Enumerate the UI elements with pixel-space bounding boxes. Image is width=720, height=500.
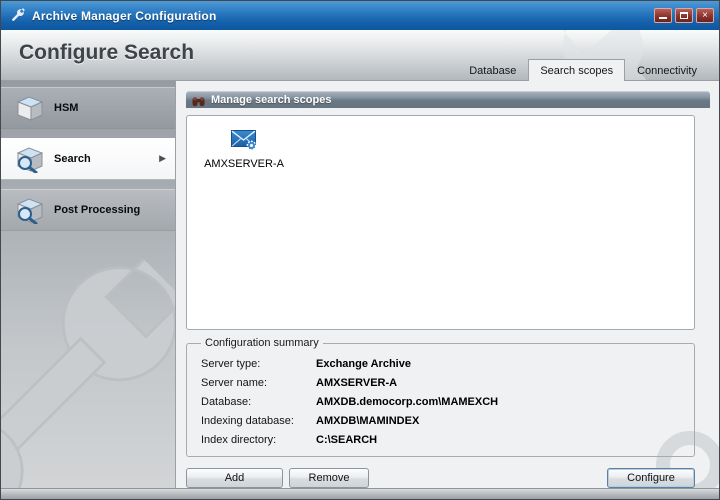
minimize-button[interactable] [654,8,672,23]
manage-search-scopes-header: Manage search scopes [186,91,710,108]
manage-search-scopes-title: Manage search scopes [211,94,331,106]
summary-value: Exchange Archive [316,358,411,370]
summary-label: Server type: [201,358,316,370]
exchange-mailbox-icon [231,129,257,151]
sidebar: HSM Search ▶ [1,81,176,488]
tab-connectivity[interactable]: Connectivity [625,60,709,81]
summary-row-indexing-database: Indexing database: AMXDB\MAMINDEX [201,411,694,430]
content-panel: Manage search scopes [176,81,719,488]
close-icon: × [702,10,708,21]
summary-label: Indexing database: [201,415,316,427]
sidebar-item-label: HSM [54,102,78,114]
tab-database[interactable]: Database [457,60,528,81]
configuration-summary-group: Configuration summary Server type: Excha… [186,337,695,457]
add-button[interactable]: Add [186,468,283,488]
window-controls: × [654,8,714,23]
tab-search-scopes[interactable]: Search scopes [528,59,625,81]
summary-row-server-type: Server type: Exchange Archive [201,354,694,373]
binoculars-icon [192,94,205,105]
configuration-summary-legend: Configuration summary [201,337,323,349]
window-title: Archive Manager Configuration [32,9,217,23]
selected-arrow-icon: ▶ [159,154,166,164]
maximize-icon [680,12,688,19]
archive-manager-window: Archive Manager Configuration × Configur… [0,0,720,500]
summary-value: AMXSERVER-A [316,377,397,389]
page-title: Configure Search [19,41,194,65]
sidebar-item-hsm[interactable]: HSM [1,87,175,129]
wrench-watermark-icon [1,230,176,488]
scope-item-amxserver-a[interactable]: AMXSERVER-A [201,126,287,173]
server-search-icon [14,196,46,224]
configure-button[interactable]: Configure [607,468,695,488]
summary-row-index-directory: Index directory: C:\SEARCH [201,430,694,449]
minimize-icon [659,17,667,19]
scope-item-label: AMXSERVER-A [204,158,284,170]
server-search-icon [14,145,46,173]
summary-value: AMXDB\MAMINDEX [316,415,419,427]
summary-label: Index directory: [201,434,316,446]
tab-bar: Database Search scopes Connectivity [457,59,709,81]
status-strip [1,488,719,499]
summary-label: Database: [201,396,316,408]
remove-button[interactable]: Remove [289,468,369,488]
search-scope-list[interactable]: AMXSERVER-A [186,115,695,330]
sidebar-item-label: Search [54,153,91,165]
header-banner: Configure Search Database Search scopes … [1,30,719,81]
summary-value: AMXDB.democorp.com\MAMEXCH [316,396,498,408]
sidebar-item-post-processing[interactable]: Post Processing [1,189,175,231]
summary-value: C:\SEARCH [316,434,377,446]
sidebar-item-label: Post Processing [54,204,140,216]
sidebar-item-search[interactable]: Search ▶ [1,138,175,180]
wrench-icon[interactable] [9,8,25,24]
close-button[interactable]: × [696,8,714,23]
maximize-button[interactable] [675,8,693,23]
window-body: HSM Search ▶ [1,81,719,488]
summary-label: Server name: [201,377,316,389]
summary-row-server-name: Server name: AMXSERVER-A [201,373,694,392]
server-box-icon [14,94,46,122]
titlebar[interactable]: Archive Manager Configuration × [1,1,719,30]
summary-row-database: Database: AMXDB.democorp.com\MAMEXCH [201,392,694,411]
